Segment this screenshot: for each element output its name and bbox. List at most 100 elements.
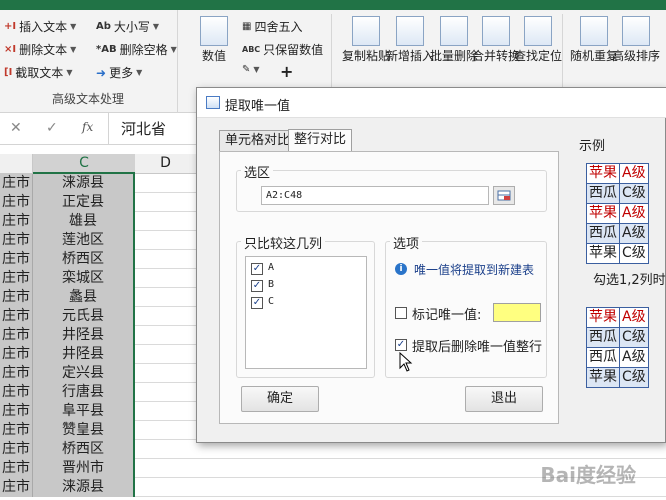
edit-button[interactable]: ✎ ▼ — [242, 64, 260, 75]
find-locate-button[interactable]: 查找定位 — [514, 16, 562, 64]
remove-spaces-icon: *AB — [96, 44, 117, 55]
insert-new-button[interactable]: 新增插入 — [386, 16, 434, 64]
chevron-down-icon: ▼ — [253, 65, 260, 74]
cell-c[interactable]: 行唐县 — [33, 383, 135, 402]
cell-a[interactable]: 庄市 — [0, 459, 33, 478]
example-cell: C级 — [619, 243, 649, 264]
example-cell: C级 — [619, 367, 649, 388]
cell-a[interactable]: 庄市 — [0, 269, 33, 288]
random-repeat-icon — [580, 16, 608, 46]
round-button[interactable]: ▦ 四舍五入 — [242, 18, 302, 35]
remove-spaces-button[interactable]: *AB 删除空格 ▼ — [96, 41, 177, 58]
cell-c[interactable]: 井陉县 — [33, 345, 135, 364]
cell-c[interactable]: 栾城区 — [33, 269, 135, 288]
mark-unique-label: 标记唯一值: — [412, 308, 482, 323]
cell-a[interactable]: 庄市 — [0, 383, 33, 402]
formula-input[interactable]: 河北省 — [121, 118, 166, 139]
cell-a[interactable]: 庄市 — [0, 288, 33, 307]
cell-c[interactable]: 涞源县 — [33, 174, 135, 193]
tab-cell-compare[interactable]: 单元格对比 — [219, 130, 297, 151]
advanced-sort-button[interactable]: 高级排序 — [612, 16, 660, 64]
cell-c[interactable]: 莲池区 — [33, 231, 135, 250]
batch-delete-button[interactable]: 批量删除 — [430, 16, 478, 64]
range-section: 选区 A2:C48 — [236, 162, 547, 212]
advanced-text-group: +I 插入文本 ▼ ×I 删除文本 ▼ [I 截取文本 ▼ Ab 大小写 ▼ *… — [0, 10, 178, 113]
cell-c[interactable]: 阜平县 — [33, 402, 135, 421]
ok-button[interactable]: 确定 — [241, 386, 319, 412]
function-icon[interactable]: fx — [82, 120, 93, 134]
column-header-b[interactable] — [0, 154, 33, 174]
cancel-icon[interactable]: ✕ — [10, 120, 22, 136]
numeric-icon — [200, 16, 228, 46]
mark-color-swatch[interactable] — [493, 303, 541, 322]
insert-text-icon: +I — [4, 21, 17, 32]
cell-a[interactable]: 庄市 — [0, 421, 33, 440]
cell-a[interactable]: 庄市 — [0, 478, 33, 497]
cell-a[interactable]: 庄市 — [0, 440, 33, 459]
example-cell: 西瓜 — [586, 347, 620, 368]
cell-a[interactable]: 庄市 — [0, 250, 33, 269]
chevron-down-icon: ▼ — [70, 22, 77, 31]
edit-icon: ✎ — [242, 64, 251, 75]
random-repeat-button[interactable]: 随机重复 — [570, 16, 618, 64]
title-bar-strip — [0, 0, 666, 10]
mark-unique-checkbox[interactable] — [395, 307, 407, 319]
insert-text-button[interactable]: +I 插入文本 ▼ — [4, 18, 76, 35]
cell-c[interactable]: 涞源县 — [33, 478, 135, 497]
column-b-label: B — [268, 279, 275, 290]
example-cell: 苹果 — [586, 307, 620, 328]
sort-az-icon — [622, 16, 650, 46]
numeric-button[interactable]: 数值 — [200, 16, 228, 64]
column-c-checkbox[interactable]: ✓ — [251, 297, 263, 309]
column-a-checkbox[interactable]: ✓ — [251, 263, 263, 275]
confirm-icon[interactable]: ✓ — [46, 120, 58, 136]
range-input[interactable]: A2:C48 — [261, 186, 489, 205]
cell-a[interactable]: 庄市 — [0, 364, 33, 383]
cell-a[interactable]: 庄市 — [0, 402, 33, 421]
cell-c[interactable]: 井陉县 — [33, 326, 135, 345]
cell-c[interactable]: 正定县 — [33, 193, 135, 212]
cell-c[interactable]: 赞皇县 — [33, 421, 135, 440]
cell-c[interactable]: 蠡县 — [33, 288, 135, 307]
example-cell: A级 — [619, 347, 649, 368]
case-button[interactable]: Ab 大小写 ▼ — [96, 18, 159, 35]
copy-paste-button[interactable]: 复制粘贴 — [342, 16, 390, 64]
cell-c[interactable]: 桥西区 — [33, 250, 135, 269]
range-picker-button[interactable] — [493, 186, 515, 205]
more-button[interactable]: ➜ 更多 ▼ — [96, 64, 142, 81]
cell-a[interactable]: 庄市 — [0, 326, 33, 345]
group-label: 高级文本处理 — [52, 92, 125, 106]
mouse-cursor-icon — [399, 352, 413, 372]
cell-a[interactable]: 庄市 — [0, 193, 33, 212]
example-cell: 苹果 — [586, 243, 620, 264]
columns-listbox[interactable]: ✓ A ✓ B ✓ C — [245, 256, 367, 369]
delete-row-checkbox[interactable]: ✓ — [395, 339, 407, 351]
dialog-title: 提取唯一值 — [225, 99, 291, 114]
divider — [108, 113, 109, 145]
cell-c[interactable]: 雄县 — [33, 212, 135, 231]
info-text: 唯一值将提取到新建表 — [414, 263, 535, 277]
example-cell: C级 — [619, 327, 649, 348]
extract-text-button[interactable]: [I 截取文本 ▼ — [4, 64, 72, 81]
cell-c[interactable]: 晋州市 — [33, 459, 135, 478]
cell-a[interactable]: 庄市 — [0, 174, 33, 193]
delete-row-label: 提取后删除唯一值整行 — [412, 340, 543, 355]
column-header-c[interactable]: C — [33, 154, 135, 174]
range-section-title: 选区 — [241, 162, 274, 181]
cell-c[interactable]: 元氏县 — [33, 307, 135, 326]
cell-a[interactable]: 庄市 — [0, 345, 33, 364]
cell-a[interactable]: 庄市 — [0, 307, 33, 326]
column-header-d[interactable]: D — [135, 154, 197, 174]
tab-row-compare[interactable]: 整行对比 — [288, 129, 353, 152]
column-b-checkbox[interactable]: ✓ — [251, 280, 263, 292]
exit-button[interactable]: 退出 — [465, 386, 543, 412]
chevron-down-icon: ▼ — [152, 22, 160, 31]
keep-numeric-button[interactable]: ABC 只保留数值 — [242, 41, 323, 58]
cell-a[interactable]: 庄市 — [0, 231, 33, 250]
cell-c[interactable]: 桥西区 — [33, 440, 135, 459]
merge-convert-button[interactable]: 合并转换 — [472, 16, 520, 64]
cell-a[interactable]: 庄市 — [0, 212, 33, 231]
cell-c[interactable]: 定兴县 — [33, 364, 135, 383]
delete-text-button[interactable]: ×I 删除文本 ▼ — [4, 41, 76, 58]
plus-button[interactable]: + — [280, 62, 293, 81]
